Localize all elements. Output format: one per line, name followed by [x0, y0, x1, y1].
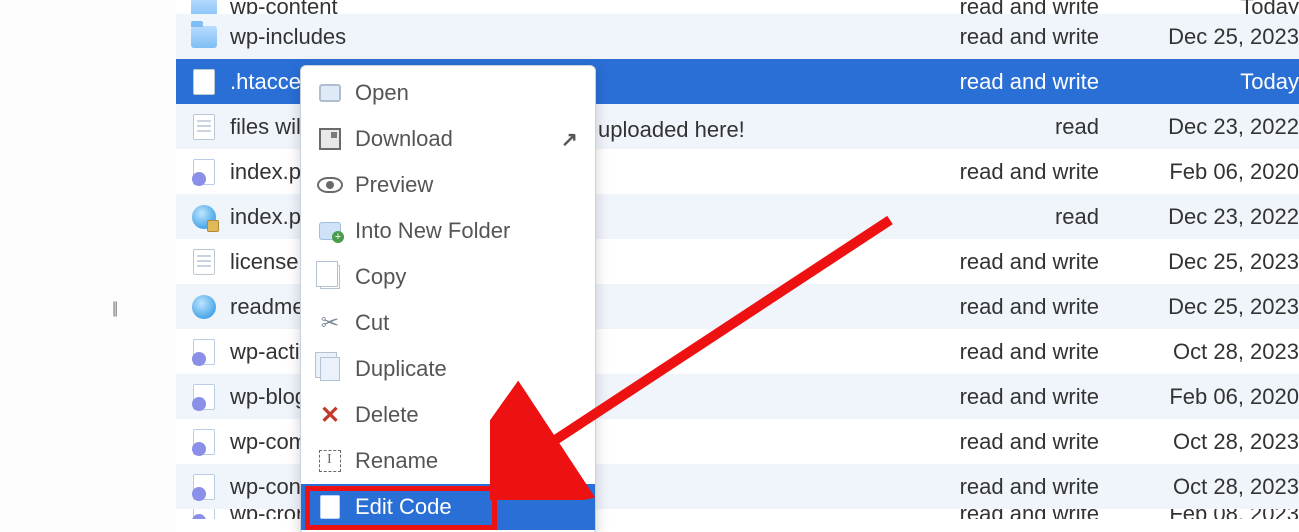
menu-item-label: Cut	[355, 310, 581, 336]
php-file-icon	[193, 509, 215, 519]
menu-item-label: Delete	[355, 402, 581, 428]
delete-icon: ✕	[320, 401, 340, 430]
file-name: wp-includes	[224, 24, 899, 50]
file-date: Oct 28, 2023	[1119, 429, 1299, 455]
file-permission: read and write	[899, 69, 1119, 95]
table-row[interactable]: wp-content read and write Today	[176, 0, 1299, 14]
file-date: Dec 25, 2023	[1119, 249, 1299, 275]
php-file-icon	[193, 159, 215, 185]
php-file-icon	[193, 384, 215, 410]
file-permission: read and write	[899, 159, 1119, 185]
file-date: Oct 28, 2023	[1119, 339, 1299, 365]
copy-icon	[320, 265, 340, 289]
file-permission: read and write	[899, 249, 1119, 275]
menu-duplicate[interactable]: Duplicate	[301, 346, 595, 392]
menu-item-label: Copy	[355, 264, 581, 290]
file-permission: read and write	[899, 509, 1119, 519]
menu-download[interactable]: Download ↗	[301, 116, 595, 162]
menu-rename[interactable]: Rename	[301, 438, 595, 484]
file-permission: read and write	[899, 339, 1119, 365]
folder-icon	[191, 26, 217, 48]
save-icon	[319, 128, 341, 150]
menu-item-label: Download	[355, 126, 561, 152]
file-icon	[193, 69, 215, 95]
context-menu: Open Download ↗ Preview Into New Folder …	[300, 65, 596, 532]
file-permission: read and write	[899, 294, 1119, 320]
table-row[interactable]: wp-includes read and write Dec 25, 2023	[176, 14, 1299, 59]
file-permission: read and write	[899, 429, 1119, 455]
duplicate-icon	[320, 357, 340, 381]
file-name: wp-content	[224, 0, 899, 14]
external-arrow-icon: ↗	[561, 127, 581, 152]
file-date: Feb 08, 2023	[1119, 509, 1299, 519]
edit-code-icon	[320, 495, 340, 519]
file-date: Dec 25, 2023	[1119, 24, 1299, 50]
file-date: Feb 06, 2020	[1119, 384, 1299, 410]
file-date: Today	[1119, 69, 1299, 95]
globe-icon	[192, 295, 216, 319]
document-icon	[193, 249, 215, 275]
file-date: Today	[1119, 0, 1299, 14]
open-icon	[319, 84, 341, 102]
eye-icon	[317, 177, 343, 193]
menu-copy[interactable]: Copy	[301, 254, 595, 300]
menu-into-new-folder[interactable]: Into New Folder	[301, 208, 595, 254]
globe-locked-icon	[192, 205, 216, 229]
overflow-text: uploaded here!	[598, 117, 745, 143]
menu-delete[interactable]: ✕ Delete	[301, 392, 595, 438]
rename-icon	[319, 450, 341, 472]
menu-preview[interactable]: Preview	[301, 162, 595, 208]
php-file-icon	[193, 474, 215, 500]
menu-item-label: Preview	[355, 172, 581, 198]
menu-edit-code[interactable]: Edit Code	[301, 484, 595, 530]
file-permission: read	[899, 114, 1119, 140]
new-folder-icon	[319, 222, 341, 240]
resize-handle-icon[interactable]: ||	[112, 300, 116, 318]
menu-item-label: Rename	[355, 448, 581, 474]
menu-item-label: Open	[355, 80, 581, 106]
menu-open[interactable]: Open	[301, 70, 595, 116]
file-permission: read and write	[899, 24, 1119, 50]
menu-cut[interactable]: ✂ Cut	[301, 300, 595, 346]
file-date: Dec 25, 2023	[1119, 294, 1299, 320]
left-gutter: ||	[0, 0, 176, 532]
menu-item-label: Duplicate	[355, 356, 581, 382]
file-date: Dec 23, 2022	[1119, 114, 1299, 140]
php-file-icon	[193, 429, 215, 455]
file-permission: read and write	[899, 0, 1119, 14]
file-date: Feb 06, 2020	[1119, 159, 1299, 185]
file-permission: read and write	[899, 384, 1119, 410]
folder-icon	[191, 0, 217, 14]
menu-item-label: Edit Code	[355, 494, 581, 520]
file-date: Dec 23, 2022	[1119, 204, 1299, 230]
file-date: Oct 28, 2023	[1119, 474, 1299, 500]
php-file-icon	[193, 339, 215, 365]
file-permission: read	[899, 204, 1119, 230]
menu-item-label: Into New Folder	[355, 218, 581, 244]
scissors-icon: ✂	[321, 310, 339, 336]
document-icon	[193, 114, 215, 140]
file-permission: read and write	[899, 474, 1119, 500]
